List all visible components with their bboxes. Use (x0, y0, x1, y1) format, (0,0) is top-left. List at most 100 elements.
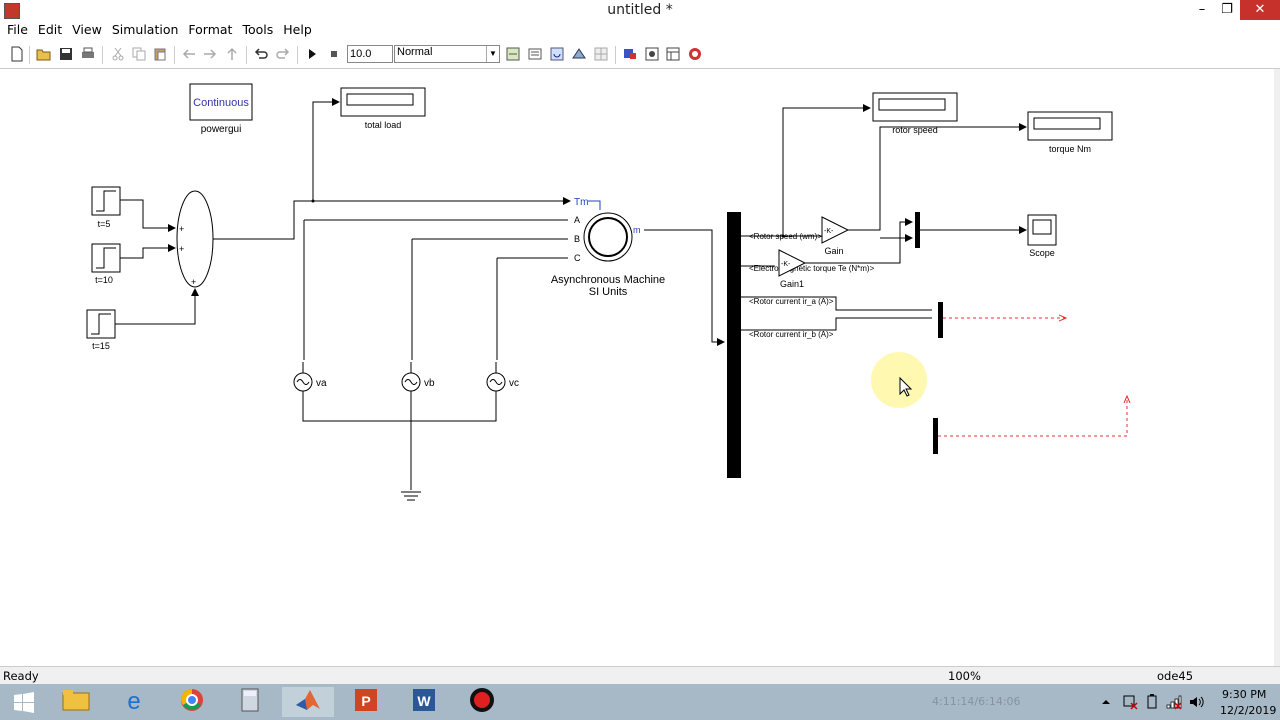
menu-help[interactable]: Help (278, 20, 317, 40)
bus-selector[interactable] (727, 212, 741, 478)
refresh-icon[interactable] (549, 46, 565, 62)
step-block-t5[interactable]: t=5 (91, 186, 121, 229)
taskbar-internet-explorer[interactable]: e (108, 687, 160, 717)
stop-time-input[interactable] (347, 45, 393, 63)
undo-icon[interactable] (253, 46, 269, 62)
print-icon[interactable] (80, 46, 96, 62)
redo-icon[interactable] (275, 46, 291, 62)
machine-name-line2: SI Units (589, 286, 628, 298)
rotor-speed-label: rotor speed (892, 125, 938, 135)
powerpoint-icon: P (355, 689, 377, 711)
tm-port-label: Tm (574, 197, 588, 208)
minimize-button[interactable]: – (1190, 0, 1214, 20)
taskbar-word[interactable]: W (398, 687, 450, 717)
vb-label: vb (424, 378, 435, 389)
signal-rotor-current-b: <Rotor current ir_b (A)> (749, 330, 834, 339)
va-label: va (316, 378, 327, 389)
window-title: untitled * (607, 2, 673, 18)
svg-text:e: e (127, 688, 140, 713)
powergui-block[interactable]: Continuous powergui (189, 83, 253, 135)
torque-display[interactable]: torque Nm (1027, 111, 1113, 154)
menu-file[interactable]: File (2, 20, 33, 40)
model-advisor-icon[interactable] (644, 46, 660, 62)
build-icon[interactable] (505, 46, 521, 62)
copy-icon[interactable] (131, 46, 147, 62)
menu-bar: File Edit View Simulation Format Tools Help (0, 20, 1280, 40)
windows-logo-icon (14, 692, 34, 713)
battery-icon[interactable] (1144, 694, 1160, 710)
powergui-mode-text: Continuous (193, 97, 249, 109)
model-explorer-icon[interactable] (571, 46, 587, 62)
debug-icon[interactable] (622, 46, 638, 62)
taskbar-matlab[interactable] (282, 687, 334, 717)
taskbar-powerpoint[interactable]: P (340, 687, 392, 717)
clock-date[interactable]: 12/2/2019 (1220, 704, 1276, 717)
signal-rotor-current-a: <Rotor current ir_a (A)> (749, 297, 834, 306)
open-icon[interactable] (36, 46, 52, 62)
svg-text:W: W (417, 693, 431, 709)
voltage-source-vb[interactable]: vb (401, 372, 435, 392)
explorer-icon[interactable] (665, 46, 681, 62)
menu-tools[interactable]: Tools (237, 20, 278, 40)
taskbar-chrome[interactable] (166, 687, 218, 717)
step-block-t10[interactable]: t=10 (91, 243, 121, 285)
mux-block[interactable] (915, 212, 920, 248)
volume-icon[interactable] (1188, 694, 1204, 710)
run-icon[interactable] (304, 46, 320, 62)
simulation-mode-value: Normal (397, 46, 433, 58)
solver-name: ode45 (1157, 669, 1194, 683)
sum-block[interactable]: + + + (176, 190, 214, 288)
asynchronous-machine-block[interactable]: Tm A B C m Asynchronous Machine SI Units (551, 197, 665, 298)
back-icon[interactable] (181, 46, 197, 62)
clock-time[interactable]: 9:30 PM (1222, 688, 1266, 701)
ground-block[interactable] (401, 491, 421, 501)
title-bar: untitled * – ❐ ✕ (0, 0, 1280, 20)
cut-icon[interactable] (110, 46, 126, 62)
gain-label: Gain (824, 246, 843, 256)
gain-block[interactable]: -K- Gain (821, 216, 850, 256)
menu-edit[interactable]: Edit (33, 20, 67, 40)
recorder-timer: 4:11:14/6:14:06 (932, 695, 1021, 708)
step-block-t15[interactable]: t=15 (86, 309, 116, 351)
profiler-icon[interactable] (687, 46, 703, 62)
maximize-button[interactable]: ❐ (1215, 0, 1239, 20)
step-label-t15: t=15 (92, 341, 110, 351)
paste-icon[interactable] (152, 46, 168, 62)
new-model-icon[interactable] (9, 46, 25, 62)
vertical-scrollbar[interactable] (1274, 69, 1280, 666)
library-browser-icon[interactable] (593, 46, 609, 62)
menu-format[interactable]: Format (183, 20, 237, 40)
internet-explorer-icon: e (127, 688, 140, 715)
chevron-down-icon[interactable]: ▼ (486, 46, 499, 62)
forward-icon[interactable] (202, 46, 218, 62)
simulation-mode-select[interactable]: Normal ▼ (394, 45, 500, 63)
svg-text:+: + (179, 224, 184, 234)
network-icon[interactable] (1166, 694, 1182, 710)
action-center-icon[interactable] (1122, 694, 1138, 710)
up-icon[interactable] (224, 46, 240, 62)
mux2-block[interactable] (938, 302, 943, 338)
voltage-source-vc[interactable]: vc (486, 372, 519, 392)
total-load-display[interactable]: total load (340, 87, 426, 130)
folder-icon (62, 690, 90, 711)
taskbar-recorder[interactable] (456, 687, 508, 717)
voltage-source-va[interactable]: va (293, 372, 327, 392)
menu-view[interactable]: View (67, 20, 107, 40)
scope-block[interactable]: Scope (1027, 214, 1057, 258)
show-hidden-icons-icon[interactable] (1100, 696, 1112, 708)
rotor-speed-display[interactable]: rotor speed (872, 92, 958, 135)
taskbar-file-explorer[interactable] (50, 687, 102, 717)
demux-block[interactable] (933, 418, 938, 454)
signal-torque: <Electromagnetic torque Te (N*m)> (749, 264, 875, 273)
scope-label: Scope (1029, 248, 1055, 258)
update-diagram-icon[interactable] (527, 46, 543, 62)
model-canvas[interactable]: Continuous powergui t=5 t=10 t=15 + + + … (0, 69, 1276, 666)
taskbar-calculator[interactable] (224, 687, 276, 717)
stop-icon[interactable] (326, 46, 342, 62)
start-button[interactable] (0, 687, 48, 717)
menu-simulation[interactable]: Simulation (107, 20, 184, 40)
close-button[interactable]: ✕ (1240, 0, 1280, 20)
machine-name-line1: Asynchronous Machine (551, 274, 665, 286)
save-icon[interactable] (58, 46, 74, 62)
record-icon (470, 688, 494, 712)
